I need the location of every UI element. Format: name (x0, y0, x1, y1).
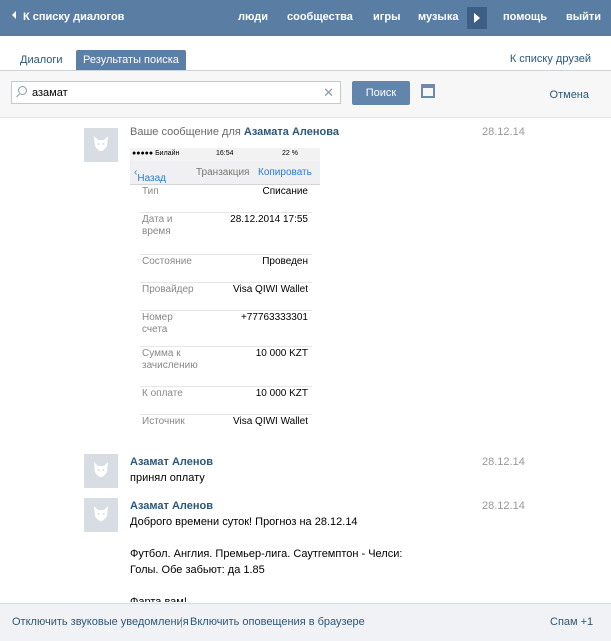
row-value: Списание (262, 186, 308, 197)
nav-music[interactable]: музыка (418, 11, 458, 23)
row-value: 28.12.2014 17:55 (230, 214, 308, 225)
row-value: 10 000 KZT (255, 348, 308, 359)
row-value: Проведен (262, 256, 308, 267)
transaction-row: Сумма к зачислению 10 000 KZT (140, 348, 312, 387)
transaction-row: Тип Списание (140, 186, 312, 213)
phone-time: 16:54 (216, 150, 234, 157)
chevron-left-icon (12, 11, 16, 19)
row-key: Сумма к зачислению (142, 348, 198, 371)
footer: Отключить звуковые уведомления | Включит… (0, 603, 611, 641)
disable-sound-link[interactable]: Отключить звуковые уведомления (12, 616, 189, 628)
back-label: К списку диалогов (23, 11, 125, 23)
nav-people[interactable]: люди (238, 11, 268, 23)
friends-list-link[interactable]: К списку друзей (510, 53, 591, 65)
row-value: 10 000 KZT (255, 388, 308, 399)
row-key: Состояние (142, 256, 192, 267)
row-key: Дата и время (142, 214, 173, 237)
transaction-row: Провайдер Visa QIWI Wallet (140, 284, 312, 311)
row-key: Провайдер (142, 284, 194, 295)
tabs-row: Диалоги Результаты поиска К списку друзе… (0, 36, 611, 71)
carrier: ●●●●● Билайн (132, 150, 180, 157)
top-bar: К списку диалогов люди сообщества игры м… (0, 0, 611, 36)
nav-communities[interactable]: сообщества (287, 11, 353, 23)
calendar-icon[interactable] (421, 84, 435, 98)
meta-prefix: Ваше сообщение для (130, 126, 241, 138)
transaction-row: Состояние Проведен (140, 256, 312, 283)
message-date: 28.12.14 (482, 456, 525, 468)
transaction-row: К оплате 10 000 KZT (140, 388, 312, 415)
row-value: Visa QIWI Wallet (232, 284, 308, 295)
transaction-row: Дата и время 28.12.2014 17:55 (140, 214, 312, 255)
tab-search-results[interactable]: Результаты поиска (76, 50, 186, 70)
tab-dialogs[interactable]: Диалоги (20, 50, 63, 70)
back-to-dialogs-link[interactable]: К списку диалогов (12, 11, 124, 23)
phone-header: ‹ Назад Транзакция Копировать (130, 161, 320, 185)
message-meta: Ваше сообщение для Азамата Аленова (130, 126, 339, 138)
phone-status-bar: ●●●●● Билайн 16:54 22 % (130, 148, 320, 161)
search-icon (18, 86, 27, 95)
transaction-row: Источник Visa QIWI Wallet (140, 416, 312, 442)
play-icon[interactable] (467, 7, 487, 29)
search-button[interactable]: Поиск (352, 81, 410, 105)
dog-icon (94, 462, 108, 477)
dog-icon (94, 136, 108, 151)
spam-button[interactable]: Спам +1 (550, 616, 593, 628)
avatar[interactable] (84, 454, 118, 488)
row-key: Номер счета (142, 312, 173, 335)
row-value: +77763333301 (240, 312, 308, 323)
row-key: Источник (142, 416, 185, 427)
nav-games[interactable]: игры (373, 11, 400, 23)
footer-separator: | (180, 616, 183, 628)
phone-back-button: ‹ Назад (134, 167, 166, 184)
row-key: К оплате (142, 388, 183, 399)
clear-icon[interactable]: ✕ (323, 85, 334, 101)
row-key: Тип (142, 186, 159, 197)
phone-title: Транзакция (196, 167, 250, 178)
search-row: ✕ Поиск Отмена (0, 71, 611, 118)
cancel-link[interactable]: Отмена (550, 89, 589, 101)
search-input[interactable] (32, 84, 322, 101)
enable-browser-notifications-link[interactable]: Включить оповещения в браузере (190, 616, 365, 628)
battery-level: 22 % (282, 150, 298, 157)
message-date: 28.12.14 (482, 500, 525, 512)
message-author[interactable]: Азамат Аленов (130, 500, 213, 512)
phone-copy-button: Копировать (258, 167, 312, 178)
avatar[interactable] (84, 498, 118, 532)
phone-back-label: Назад (137, 173, 166, 184)
nav-logout[interactable]: выйти (566, 11, 601, 23)
row-value: Visa QIWI Wallet (232, 416, 308, 427)
message-date: 28.12.14 (482, 126, 525, 138)
search-box: ✕ (11, 81, 341, 104)
message-text: Доброго времени суток! Прогноз на 28.12.… (130, 516, 403, 602)
avatar[interactable] (84, 128, 118, 162)
transaction-row: Номер счета +77763333301 (140, 312, 312, 347)
message-text: принял оплату (130, 472, 205, 484)
recipient-name[interactable]: Азамата Аленова (244, 126, 339, 138)
dog-icon (94, 506, 108, 521)
nav-help[interactable]: помощь (503, 11, 547, 23)
message-author[interactable]: Азамат Аленов (130, 456, 213, 468)
message-list: Ваше сообщение для Азамата Аленова 28.12… (0, 118, 611, 602)
